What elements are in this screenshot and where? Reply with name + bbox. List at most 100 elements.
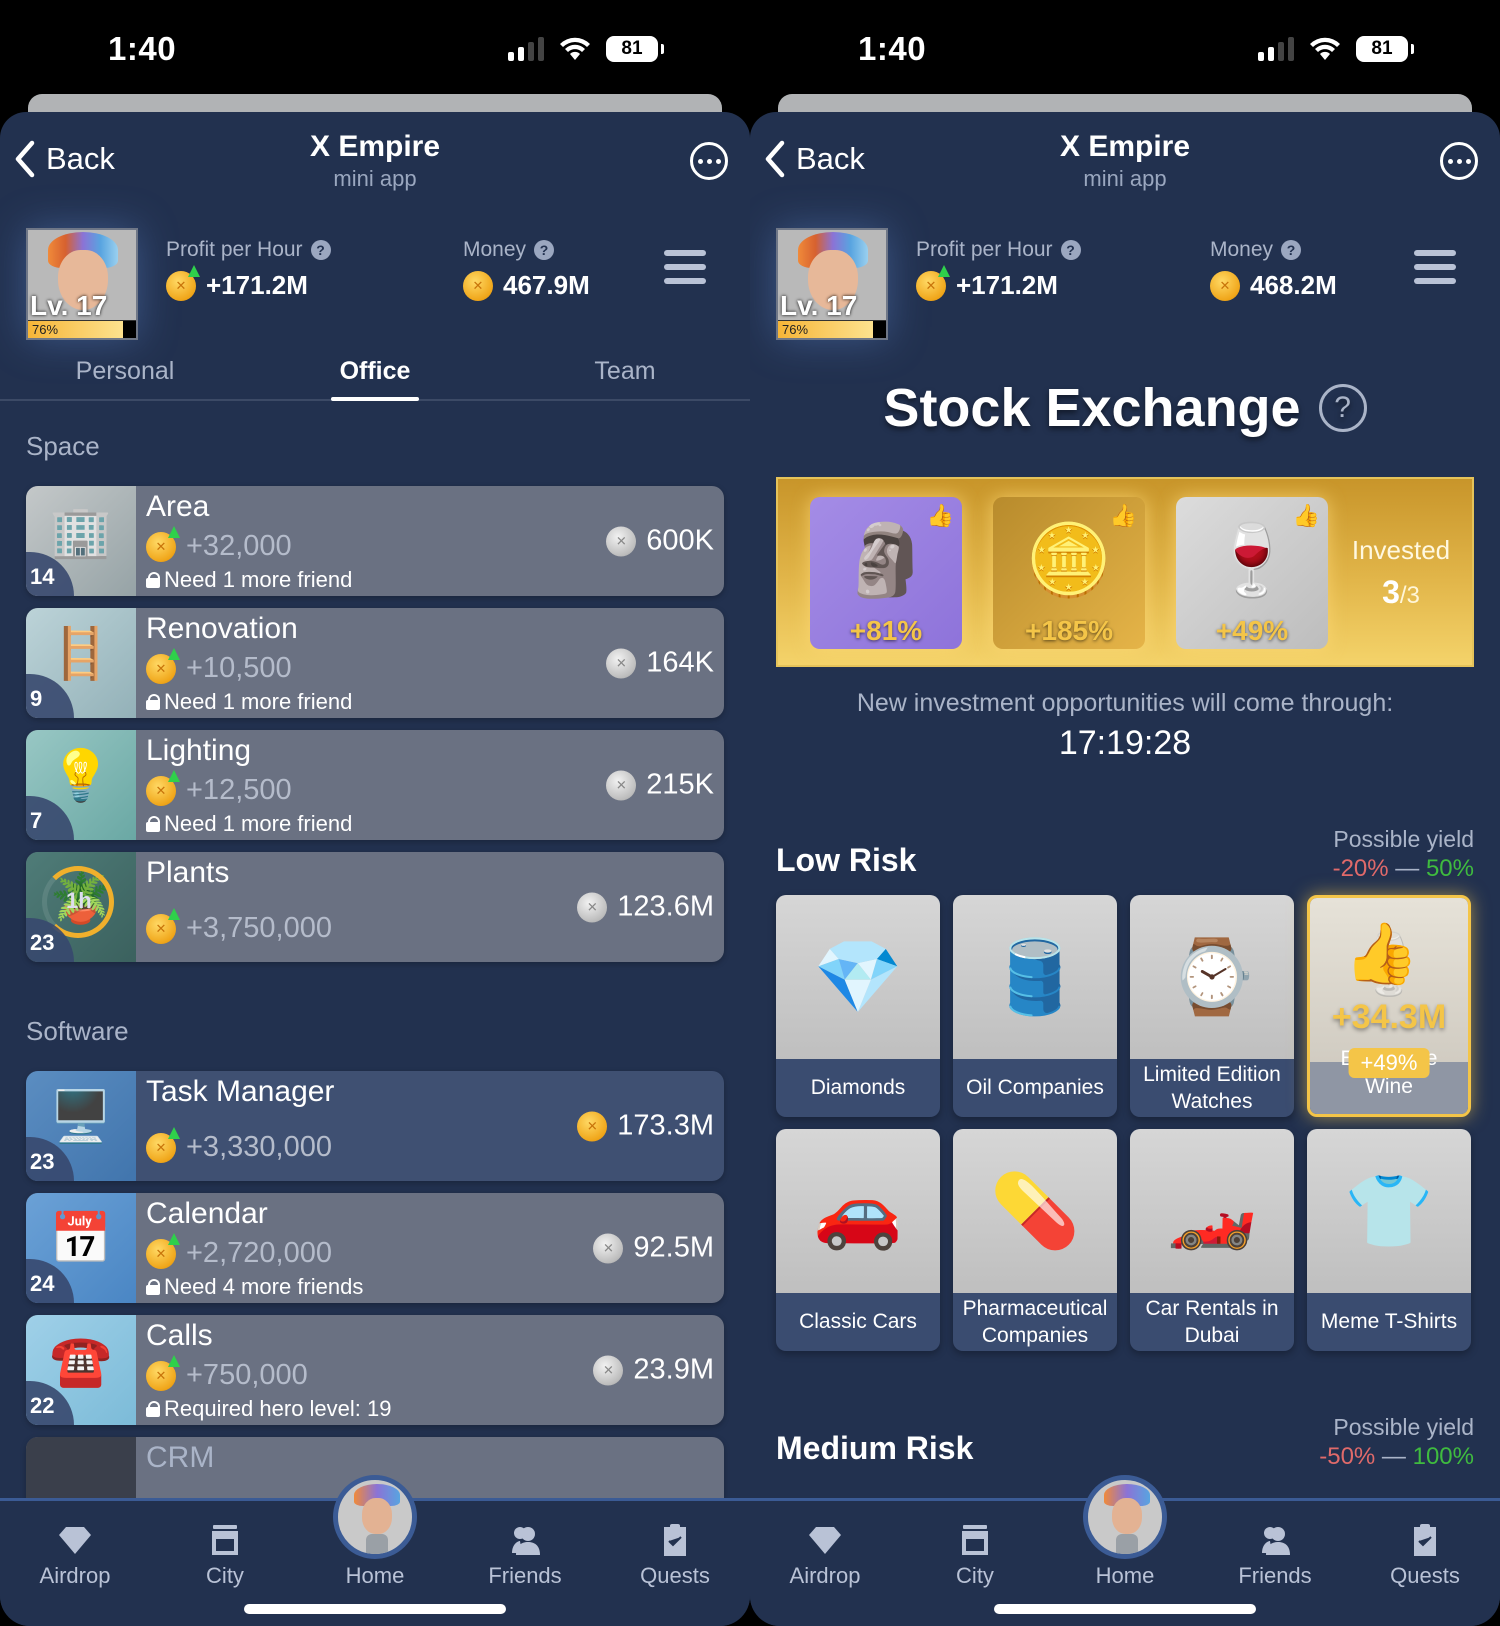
medium-risk-header: Medium Risk Possible yield -50% — 100%	[776, 1401, 1474, 1471]
tab-personal[interactable]: Personal	[0, 347, 250, 399]
list-item-area[interactable]: 🏢 14 Area ✕ +32,000 Need 1 more friend ✕ 60…	[26, 486, 724, 596]
invested-card-crypto[interactable]: 🪙 👍 +185%	[993, 497, 1145, 649]
section-title-software: Software	[26, 1016, 129, 1046]
investment-label: Pharmaceutical Companies	[962, 1296, 1108, 1347]
low-risk-header: Low Risk Possible yield -20% — 50%	[776, 813, 1474, 883]
help-icon[interactable]: ?	[310, 240, 331, 260]
nav-airdrop[interactable]: Airdrop	[0, 1501, 150, 1626]
investment-car-rentals-dubai[interactable]: 🏎️ Car Rentals in Dubai	[1130, 1129, 1294, 1351]
battery-icon: 81	[606, 36, 664, 62]
thumbs-up-icon: 👍	[1292, 503, 1320, 528]
home-avatar-icon[interactable]	[1083, 1475, 1167, 1559]
level-progress-bar: 76%	[778, 320, 886, 338]
list-item-lighting[interactable]: 💡 7 Lighting ✕ +12,500 Need 1 more friend …	[26, 730, 724, 840]
invested-percent: +81%	[849, 615, 923, 646]
list-item-task-manager[interactable]: 🖥️ 23 Task Manager ✕ +3,330,000 ✕ 173.3M	[26, 1071, 724, 1181]
coin-up-icon: ✕	[916, 264, 950, 301]
help-icon[interactable]: ?	[534, 240, 555, 260]
avatar[interactable]: Lv. 17 76%	[26, 228, 138, 340]
profit-value: +171.2M	[956, 270, 1058, 300]
tab-office[interactable]: Office	[250, 347, 500, 399]
investment-pharmaceutical[interactable]: 💊 Pharmaceutical Companies	[953, 1129, 1117, 1351]
money-value: 468.2M	[1250, 270, 1337, 300]
shop-icon	[212, 1525, 238, 1555]
menu-button[interactable]	[1414, 250, 1456, 284]
coin-up-icon: ✕	[146, 1232, 180, 1269]
list-item-plants[interactable]: 🪴 1h 23 Plants ✕ +3,750,000 ✕ 123.6M	[26, 852, 724, 962]
more-options-button[interactable]	[1440, 142, 1478, 180]
yield-label: Possible yield	[1333, 826, 1474, 852]
telephone-icon: ☎️	[49, 1332, 113, 1389]
item-price: 92.5M	[633, 1231, 714, 1264]
invested-panel: 🗿 👍 +81% 🪙 👍 +185% 🍷 👍 +49% Invested 3/3	[776, 477, 1474, 667]
nav-quests[interactable]: Quests	[1350, 1501, 1500, 1626]
mini-app-sheet: Back X Empire mini app Lv. 17 76% Profit…	[0, 112, 750, 1626]
signal-icon	[508, 37, 544, 61]
silver-coin-icon: ✕	[606, 526, 637, 556]
wine-icon: 🍷	[1208, 520, 1296, 599]
investment-diamonds[interactable]: 💎 Diamonds	[776, 895, 940, 1117]
level-progress-text: 76%	[782, 322, 809, 337]
yield-max: 50%	[1425, 855, 1474, 882]
level-progress-bar: 76%	[28, 320, 136, 338]
investment-label: Oil Companies	[966, 1076, 1104, 1100]
clipboard-check-icon	[664, 1524, 686, 1556]
profit-per-hour: Profit per Hour? ✕ +171.2M	[916, 238, 1081, 301]
help-icon[interactable]: ?	[1281, 240, 1302, 260]
help-icon[interactable]: ?	[1318, 384, 1367, 432]
item-price: 23.9M	[633, 1353, 714, 1386]
investment-watches[interactable]: ⌚ Limited Edition Watches	[1130, 895, 1294, 1117]
clipboard-check-icon	[1414, 1524, 1436, 1556]
ai-head-icon: 🗿	[842, 520, 930, 599]
home-avatar-icon[interactable]	[333, 1475, 417, 1559]
low-risk-yield: Possible yield -20% — 50%	[1333, 826, 1474, 883]
tab-team[interactable]: Team	[500, 347, 750, 399]
nav-quests[interactable]: Quests	[600, 1501, 750, 1626]
item-name: CRM	[146, 1441, 215, 1474]
bottom-nav: Airdrop City Home Friends Quests	[750, 1475, 1500, 1626]
oil-pump-icon: 🛢️	[990, 937, 1080, 1018]
lock-icon	[146, 816, 160, 832]
item-profit: +10,500	[186, 652, 292, 684]
lock-icon	[146, 1401, 160, 1417]
diamond-icon: 💎	[813, 937, 903, 1018]
office-screen: 1:40 81 Back X Empire mini app Lv. 17 76…	[0, 0, 750, 1626]
invested-card-wine[interactable]: 🍷 👍 +49%	[1176, 497, 1328, 649]
next-opportunities-text: New investment opportunities will come t…	[856, 689, 1394, 717]
desk-lamp-icon: 💡	[49, 747, 113, 804]
invested-card-ai[interactable]: 🗿 👍 +81%	[810, 497, 962, 649]
list-item-calls[interactable]: ☎️ 22 Calls ✕ +750,000 Required hero level…	[26, 1315, 724, 1425]
silver-coin-icon: ✕	[577, 892, 608, 922]
menu-button[interactable]	[664, 250, 706, 284]
low-risk-grid: 💎 Diamonds 🛢️ Oil Companies ⌚ Limited Ed…	[776, 895, 1474, 1351]
money-label: Money	[1210, 238, 1274, 261]
coin-up-icon: ✕	[146, 525, 180, 562]
tabs: Personal Office Team	[0, 347, 750, 401]
investment-meme-tshirts[interactable]: 👕 Meme T-Shirts	[1307, 1129, 1471, 1351]
thumbs-up-icon: 👍	[926, 503, 954, 528]
item-name: Calls	[146, 1319, 213, 1352]
more-options-button[interactable]	[690, 142, 728, 180]
list-item-renovation[interactable]: 🪜 9 Renovation ✕ +10,500 Need 1 more frien…	[26, 608, 724, 718]
stock-exchange-title: Stock Exchange	[883, 378, 1301, 438]
nav-airdrop[interactable]: Airdrop	[750, 1501, 900, 1626]
investment-classic-cars[interactable]: 🚗 Classic Cars	[776, 1129, 940, 1351]
investment-label: Limited Edition Watches	[1143, 1062, 1281, 1113]
silver-coin-icon: ✕	[593, 1233, 624, 1263]
app-title: X Empire mini app	[750, 130, 1500, 192]
area-thumbnail: 🏢 14	[26, 486, 136, 596]
tshirt-icon: 👕	[1344, 1171, 1434, 1252]
coin-up-icon: ✕	[146, 907, 180, 944]
yield-min: -50%	[1319, 1443, 1376, 1470]
avatar[interactable]: Lv. 17 76%	[776, 228, 888, 340]
investment-expensive-wine[interactable]: 🍷 👍 Expensive Wine +34.3M +49%	[1307, 895, 1471, 1117]
investment-label: Car Rentals in Dubai	[1145, 1296, 1279, 1347]
watch-icon: ⌚	[1167, 937, 1257, 1018]
list-item-calendar[interactable]: 📅 24 Calendar ✕ +2,720,000 Need 4 more fri…	[26, 1193, 724, 1303]
wifi-icon	[560, 37, 590, 60]
renovation-thumbnail: 🪜 9	[26, 608, 136, 718]
invested-percent: +49%	[1215, 615, 1289, 646]
investment-oil-companies[interactable]: 🛢️ Oil Companies	[953, 895, 1117, 1117]
yield-label: Possible yield	[1333, 1414, 1474, 1440]
help-icon[interactable]: ?	[1060, 240, 1081, 260]
